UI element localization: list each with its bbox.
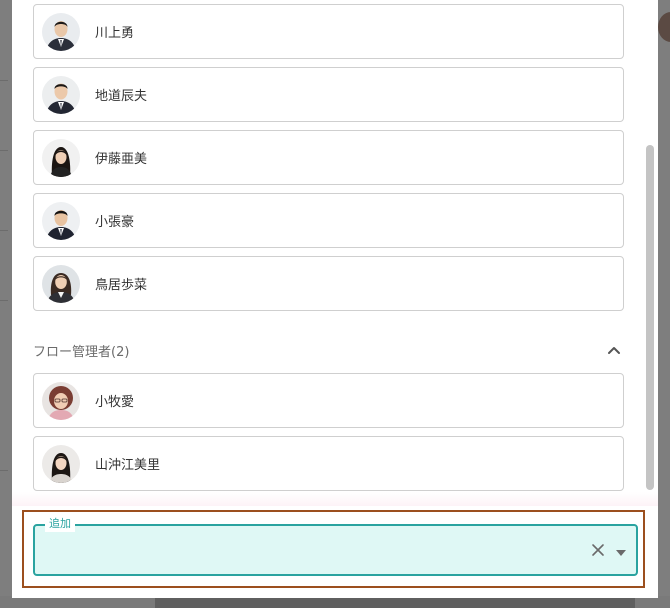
- add-member-input[interactable]: [47, 536, 567, 564]
- member-card-yamaoki[interactable]: 山沖江美里: [33, 436, 624, 491]
- member-card-chido[interactable]: 地道辰夫: [33, 67, 624, 122]
- member-dialog: 川上勇 地道辰夫 伊藤亜美 小張豪 鳥居歩菜 フロー管理者(2) 小牧愛 山沖江…: [12, 0, 658, 598]
- divider: [12, 492, 658, 506]
- female-longhair-avatar: [42, 444, 80, 483]
- member-list[interactable]: 川上勇 地道辰夫 伊藤亜美 小張豪 鳥居歩菜 フロー管理者(2) 小牧愛 山沖江…: [12, 0, 658, 492]
- member-card-kawakami[interactable]: 川上勇: [33, 4, 624, 59]
- male-suit-avatar: [42, 75, 80, 114]
- chevron-up-icon[interactable]: [604, 340, 624, 360]
- male-suit-avatar: [42, 12, 80, 51]
- member-card-komaki[interactable]: 小牧愛: [33, 373, 624, 428]
- member-name: 川上勇: [95, 26, 135, 41]
- female-curly-avatar: [42, 381, 80, 420]
- add-member-field[interactable]: 追加: [33, 516, 638, 576]
- member-name: 伊藤亜美: [95, 152, 148, 167]
- female-suit-avatar: [42, 264, 80, 303]
- avatar: [658, 12, 670, 42]
- member-name: 小張豪: [95, 215, 135, 230]
- member-card-ito[interactable]: 伊藤亜美: [33, 130, 624, 185]
- member-card-torii[interactable]: 鳥居歩菜: [33, 256, 624, 311]
- member-name: 地道辰夫: [95, 89, 148, 104]
- background-page-right: [658, 0, 670, 608]
- member-name: 小牧愛: [95, 395, 135, 410]
- section-title: フロー管理者(2): [33, 344, 130, 360]
- scrollbar-thumb[interactable]: [646, 145, 654, 490]
- member-card-kohari[interactable]: 小張豪: [33, 193, 624, 248]
- add-field-label: 追加: [45, 516, 75, 532]
- close-icon[interactable]: [590, 542, 606, 558]
- background-page-left: [0, 0, 12, 608]
- member-name: 鳥居歩菜: [95, 278, 148, 293]
- member-name: 山沖江美里: [95, 458, 161, 473]
- female-longhair-avatar: [42, 138, 80, 177]
- add-member-highlight: 追加: [22, 510, 645, 588]
- caret-down-icon[interactable]: [614, 544, 628, 556]
- male-suit-avatar: [42, 201, 80, 240]
- flow-admin-section-header[interactable]: フロー管理者(2): [33, 338, 624, 362]
